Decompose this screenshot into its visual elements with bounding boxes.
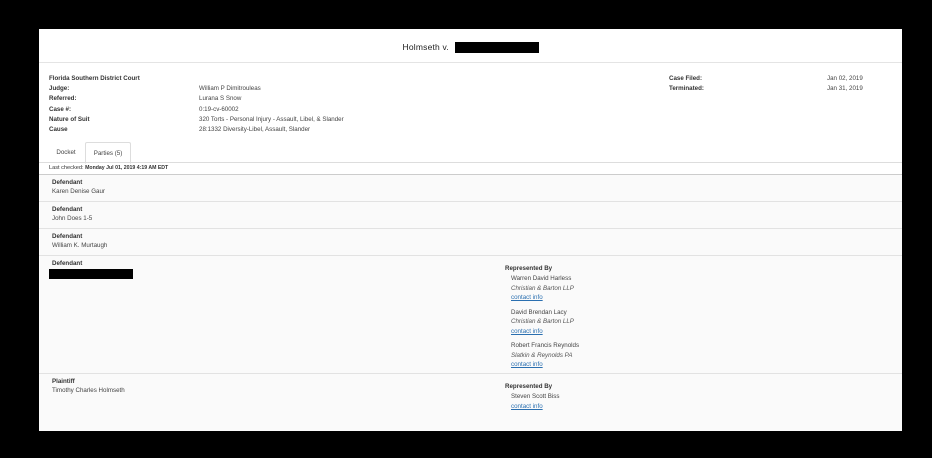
nature-of-suit-label: Nature of Suit <box>49 115 90 123</box>
party-role: Plaintiff <box>52 378 75 385</box>
attorney-firm: Christian & Barton LLP <box>511 284 574 292</box>
party-row: Defendant William K. Murtaugh <box>39 229 902 256</box>
party-role: Defendant <box>52 233 83 240</box>
party-row: Defendant Represented By Warren David Ha… <box>39 256 902 374</box>
party-role: Defendant <box>52 179 83 186</box>
tab-docket[interactable]: Docket <box>47 142 85 162</box>
referred-value: Lurana S Snow <box>199 95 242 103</box>
last-checked-value: Monday Jul 01, 2019 4:19 AM EDT <box>85 165 169 171</box>
party-row: Defendant Karen Denise Gaur <box>39 175 902 202</box>
attorney: Robert Francis Reynolds Slatkin & Reynol… <box>511 341 579 370</box>
party-name: John Does 1-5 <box>52 215 93 222</box>
case-title: Holmseth v. <box>39 29 902 63</box>
last-checked: Last checked: Monday Jul 01, 2019 4:19 A… <box>49 165 168 171</box>
case-metadata: Florida Southern District Court Case Fil… <box>49 74 902 135</box>
case-number-value: 0:19-cv-60002 <box>199 105 239 113</box>
party-role: Defendant <box>52 260 83 267</box>
parties-list: Defendant Karen Denise Gaur Defendant Jo… <box>39 175 902 431</box>
party-name: William K. Murtaugh <box>52 242 108 249</box>
party-row: Defendant John Does 1-5 <box>39 202 902 229</box>
last-checked-label: Last checked: <box>49 165 84 171</box>
represented-by: Represented By Warren David Harless Chri… <box>505 264 579 370</box>
party-name: Karen Denise Gaur <box>52 188 105 195</box>
court-name: Florida Southern District Court <box>49 75 140 82</box>
judge-label: Judge: <box>49 85 70 93</box>
case-page: Holmseth v. Florida Southern District Co… <box>39 29 902 431</box>
terminated-value: Jan 31, 2019 <box>827 85 863 93</box>
tab-bar: Docket Parties (5) <box>47 142 902 164</box>
case-title-text: Holmseth v. <box>402 42 449 52</box>
redacted-name-block <box>454 42 539 54</box>
attorney-firm: Christian & Barton LLP <box>511 318 574 325</box>
referred-label: Referred: <box>49 95 77 103</box>
nature-of-suit-value: 320 Torts - Personal Injury - Assault, L… <box>199 115 344 123</box>
party-name: Timothy Charles Holmseth <box>52 387 125 394</box>
case-number-label: Case #: <box>49 105 72 113</box>
attorney-firm: Slatkin & Reynolds PA <box>511 351 573 359</box>
attorney-name: David Brendan Lacy <box>511 308 567 316</box>
contact-info-link[interactable]: contact info <box>511 327 579 337</box>
judge-value: William P Dimitrouleas <box>199 85 261 93</box>
represented-by: Represented By Steven Scott Biss contact… <box>505 382 560 411</box>
contact-info-link[interactable]: contact info <box>511 402 560 412</box>
represented-by-label: Represented By <box>505 265 553 272</box>
redacted-party-name <box>49 269 133 279</box>
tab-parties[interactable]: Parties (5) <box>85 142 131 164</box>
attorney: Steven Scott Biss contact info <box>511 392 560 411</box>
case-filed-value: Jan 02, 2019 <box>827 75 863 82</box>
party-role: Defendant <box>52 206 83 213</box>
cause-value: 28:1332 Diversity-Libel, Assault, Slande… <box>199 125 311 133</box>
attorney-name: Steven Scott Biss <box>511 393 560 400</box>
attorney-name: Warren David Harless <box>511 275 572 282</box>
tab-divider <box>39 162 902 163</box>
represented-by-label: Represented By <box>505 383 553 390</box>
attorney-name: Robert Francis Reynolds <box>511 342 580 349</box>
attorney: David Brendan Lacy Christian & Barton LL… <box>511 308 579 337</box>
case-filed-label: Case Filed: <box>669 75 703 82</box>
attorney: Warren David Harless Christian & Barton … <box>511 274 579 303</box>
terminated-label: Terminated: <box>669 85 704 93</box>
party-row: Plaintiff Timothy Charles Holmseth Repre… <box>39 374 902 431</box>
cause-label: Cause <box>49 125 68 133</box>
contact-info-link[interactable]: contact info <box>511 360 579 370</box>
contact-info-link[interactable]: contact info <box>511 293 579 303</box>
